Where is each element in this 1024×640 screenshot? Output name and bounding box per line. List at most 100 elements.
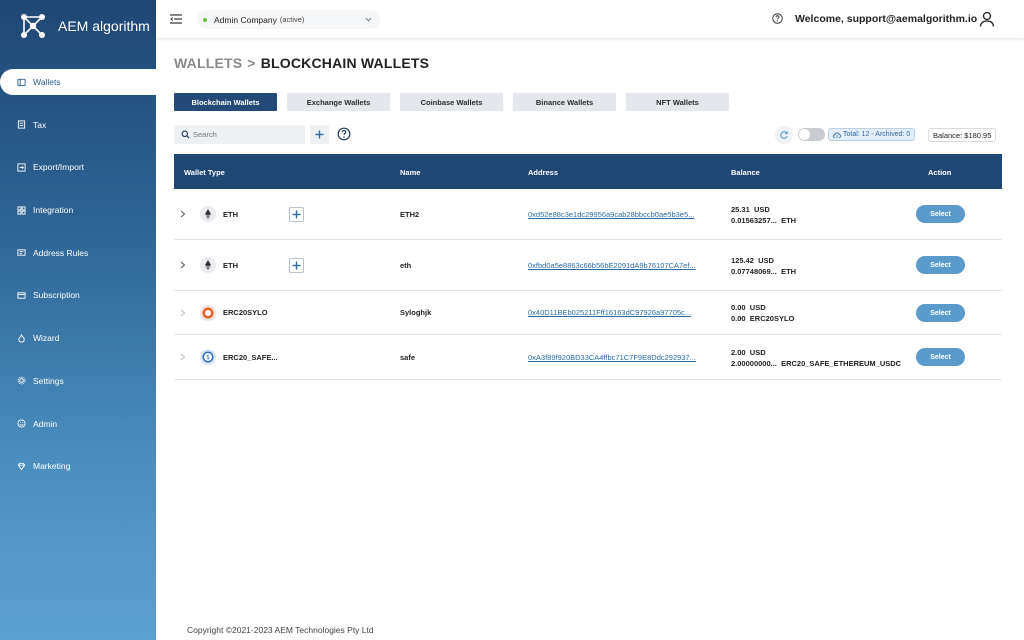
plus-icon [292, 210, 301, 219]
wallet-name: Syloghjk [400, 308, 432, 317]
select-button[interactable]: Select [916, 348, 965, 366]
token-value: 2.00000000... [731, 359, 777, 368]
wallet-type: ETH [223, 210, 238, 219]
token-value: 0.00 [731, 314, 746, 323]
search-input[interactable] [193, 130, 293, 139]
header-balance[interactable]: Balance [731, 168, 760, 177]
wallet-address-link[interactable]: 0xd52e88c3e1dc29956a9cab28bbccb0ae5b3e5.… [528, 210, 694, 219]
ethereum-icon [200, 206, 216, 222]
sidebar-item-label: Tax [33, 119, 47, 130]
sidebar-item-label: Marketing [33, 461, 71, 472]
archived-toggle[interactable] [798, 128, 825, 141]
sidebar-item-label: Subscription [33, 290, 80, 301]
usd-unit: USD [758, 256, 774, 265]
breadcrumb-parent[interactable]: WALLETS [174, 55, 242, 71]
page-title: BLOCKCHAIN WALLETS [260, 55, 430, 71]
table-row: ETH ETH2 0xd52e88c3e1dc29956a9cab28bbccb… [174, 189, 1002, 240]
wallet-tabs: Blockchain Wallets Exchange Wallets Coin… [174, 93, 739, 111]
token-value: 0.01563257... [731, 216, 777, 225]
toggle-knob [799, 129, 810, 140]
chevron-down-icon [365, 17, 372, 22]
plus-icon [315, 130, 324, 139]
tab-exchange-wallets[interactable]: Exchange Wallets [287, 93, 390, 111]
token-unit: ERC20SYLO [749, 314, 795, 323]
company-name: Admin Company [214, 14, 277, 25]
tab-blockchain-wallets[interactable]: Blockchain Wallets [174, 93, 277, 111]
sidebar-item-label: Wallets [33, 77, 61, 87]
tax-icon [16, 120, 26, 130]
active-status-dot [203, 17, 207, 22]
tab-coinbase-wallets[interactable]: Coinbase Wallets [400, 93, 503, 111]
chevron-right-icon[interactable] [180, 353, 186, 361]
wallet-name: eth [400, 261, 412, 270]
add-sub-wallet-button[interactable] [289, 207, 304, 222]
menu-toggle-icon[interactable] [170, 14, 182, 24]
company-selector[interactable]: Admin Company (active) [197, 10, 380, 29]
safe-icon: $ [200, 349, 216, 365]
refresh-button[interactable] [775, 126, 793, 144]
wallet-address-link[interactable]: 0xfbd0a5e8863c66b56bE2091dA9b76107CA7ef.… [528, 261, 696, 270]
sidebar-item-marketing[interactable]: Marketing [0, 453, 156, 479]
integration-icon [16, 205, 26, 215]
wallet-type: ERC20SYLO [223, 308, 268, 317]
sidebar-item-wizard[interactable]: Wizard [0, 325, 156, 351]
select-button[interactable]: Select [916, 205, 965, 223]
sidebar: AEM algorithm Wallets Tax Export/Import … [0, 0, 156, 640]
sidebar-item-address-rules[interactable]: Address Rules [0, 240, 156, 266]
search-box [174, 125, 305, 144]
chevron-right-icon[interactable] [180, 261, 186, 269]
user-icon[interactable] [979, 11, 995, 27]
sidebar-nav: Wallets Tax Export/Import Integration Ad… [0, 69, 156, 496]
usd-value: 2.00 [731, 348, 746, 357]
select-button[interactable]: Select [916, 256, 965, 274]
table-row: ETH eth 0xfbd0a5e8863c66b56bE2091dA9b761… [174, 240, 1002, 291]
plus-icon [292, 261, 301, 270]
sidebar-item-export-import[interactable]: Export/Import [0, 154, 156, 180]
sidebar-item-label: Settings [33, 375, 64, 386]
help-icon[interactable] [772, 13, 783, 24]
wallet-address-link[interactable]: 0x40D11BEb025211Fff16163dC97926a97705c..… [528, 308, 691, 317]
marketing-icon [16, 461, 26, 471]
wallet-balance: 25.31 USD 0.01563257... ETH [731, 204, 796, 226]
header-name[interactable]: Name [400, 168, 420, 177]
search-icon [181, 130, 190, 139]
wallet-balance: 0.00 USD 0.00 ERC20SYLO [731, 302, 794, 324]
table-header: Wallet Type Name Address Balance Action [174, 154, 1002, 189]
header-wallet-type[interactable]: Wallet Type [184, 168, 225, 177]
logo[interactable]: AEM algorithm [18, 10, 150, 42]
sidebar-item-integration[interactable]: Integration [0, 197, 156, 223]
sidebar-item-label: Admin [33, 418, 58, 429]
tab-binance-wallets[interactable]: Binance Wallets [513, 93, 616, 111]
token-value: 0.07748069... [731, 267, 777, 276]
token-unit: ERC20_SAFE_ETHEREUM_USDC [781, 359, 902, 368]
usd-value: 125.42 [731, 256, 754, 265]
total-text: Total: 12 - Archived: 0 [843, 131, 911, 138]
sidebar-item-tax[interactable]: Tax [0, 112, 156, 138]
sidebar-item-wallets[interactable]: Wallets [0, 69, 156, 95]
wallet-icon [16, 77, 26, 87]
top-bar: Admin Company (active) Welcome, support@… [156, 0, 1024, 38]
company-status: (active) [279, 15, 305, 24]
gear-icon [16, 376, 26, 386]
usd-unit: USD [749, 303, 766, 312]
chevron-right-icon[interactable] [180, 309, 186, 317]
wallets-table: Wallet Type Name Address Balance Action … [174, 154, 1002, 380]
usd-unit: USD [753, 205, 770, 214]
refresh-icon [780, 131, 788, 139]
sidebar-item-admin[interactable]: Admin [0, 411, 156, 437]
sidebar-item-subscription[interactable]: Subscription [0, 282, 156, 308]
balance-badge: Balance: $180.95 [928, 128, 997, 142]
chevron-right-icon[interactable] [180, 210, 186, 218]
select-button[interactable]: Select [916, 304, 965, 322]
app-name: AEM algorithm [58, 18, 150, 34]
token-unit: ETH [781, 267, 797, 276]
add-sub-wallet-button[interactable] [289, 258, 304, 273]
sidebar-item-label: Wizard [33, 333, 60, 344]
add-wallet-button[interactable] [310, 125, 329, 144]
header-address[interactable]: Address [528, 168, 558, 177]
help-circle-icon[interactable] [337, 127, 351, 141]
logo-icon [21, 14, 45, 38]
wallet-address-link[interactable]: 0xA3f89f920BD33CA4ffbc71C7F9E8Ddc292937.… [528, 353, 696, 362]
tab-nft-wallets[interactable]: NFT Wallets [626, 93, 729, 111]
sidebar-item-settings[interactable]: Settings [0, 368, 156, 394]
